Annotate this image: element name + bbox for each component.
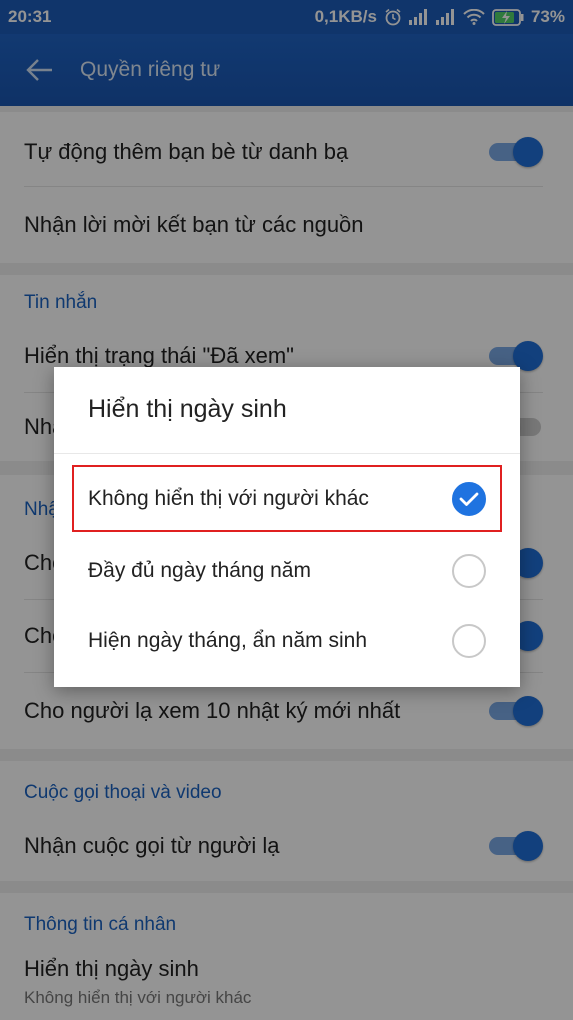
selection-highlight-box	[72, 465, 502, 532]
radio-unchecked-icon[interactable]	[452, 554, 486, 588]
option-day-month-only[interactable]: Hiện ngày tháng, ẩn năm sinh	[54, 609, 520, 673]
dialog-title: Hiển thị ngày sinh	[88, 395, 287, 423]
radio-unchecked-icon[interactable]	[452, 624, 486, 658]
birthday-visibility-dialog: Hiển thị ngày sinh Không hiển thị với ng…	[54, 367, 520, 687]
option-full-date[interactable]: Đầy đủ ngày tháng năm	[54, 539, 520, 603]
